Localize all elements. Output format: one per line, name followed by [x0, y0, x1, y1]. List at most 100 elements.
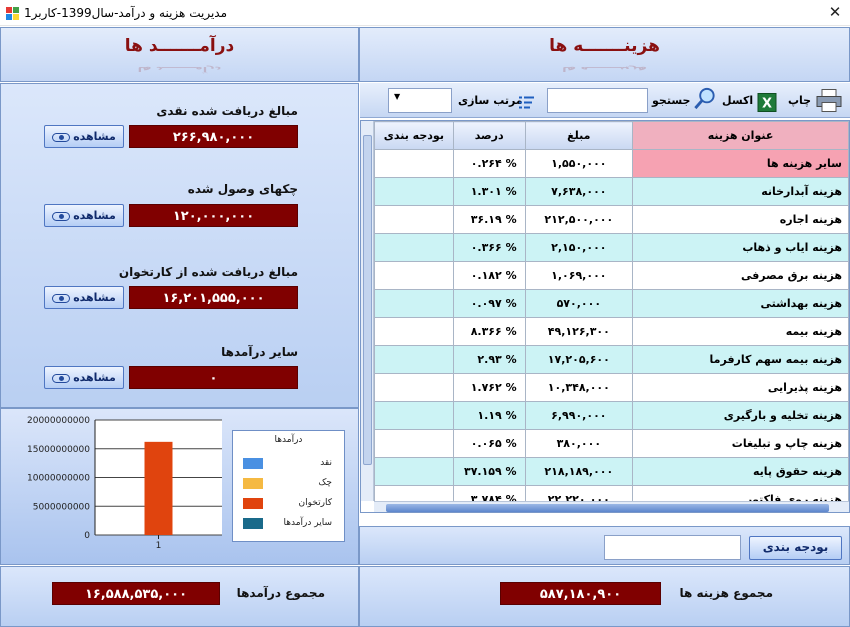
table-row[interactable]: ۳۷.۱۵۹ % ۲۱۸,۱۸۹,۰۰۰ هزینه حقوق پایه	[374, 457, 849, 486]
amount-cell[interactable]: ۳۸۰,۰۰۰	[524, 429, 634, 458]
eye-icon	[52, 373, 71, 383]
table-row[interactable]: ۰.۱۸۲ % ۱,۰۶۹,۰۰۰ هزینه برق مصرفی	[374, 261, 849, 290]
percent-cell[interactable]: ۱.۱۹ %	[452, 401, 526, 430]
title-cell[interactable]: هزینه حقوق پایه	[632, 457, 849, 486]
budget-cell[interactable]	[374, 149, 454, 178]
amount-cell[interactable]: ۶,۹۹۰,۰۰۰	[524, 401, 634, 430]
table-row[interactable]: ۱.۷۶۲ % ۱۰,۳۴۸,۰۰۰ هزینه پذیرایی	[374, 373, 849, 402]
legend-item: چک	[243, 475, 338, 493]
budget-button[interactable]: بودجه بندی	[749, 536, 842, 560]
print-button-label[interactable]: چاپ	[788, 88, 811, 113]
amount-cell[interactable]: ۱۷,۲۰۵,۶۰۰	[524, 345, 634, 374]
legend-item: نقد	[243, 455, 338, 473]
sort-icon[interactable]	[518, 91, 536, 116]
budget-cell[interactable]	[374, 289, 454, 318]
amount-cell[interactable]: ۷,۶۳۸,۰۰۰	[524, 177, 634, 206]
expenses-grid[interactable]: بودجه بندی درصد مبلغ عنوان هزینه ۰.۲۶۴ %…	[360, 120, 850, 513]
view-button[interactable]: مشاهده	[44, 286, 124, 309]
column-header-percent[interactable]: درصد	[452, 121, 526, 150]
amount-cell[interactable]: ۲۱۸,۱۸۹,۰۰۰	[524, 457, 634, 486]
title-cell[interactable]: هزینه بیمه	[632, 317, 849, 346]
budget-cell[interactable]	[374, 401, 454, 430]
amount-cell[interactable]: ۱۰,۳۴۸,۰۰۰	[524, 373, 634, 402]
percent-cell[interactable]: ۰.۳۶۶ %	[452, 233, 526, 262]
column-header-budget[interactable]: بودجه بندی	[374, 121, 454, 150]
vertical-scrollbar[interactable]	[361, 121, 374, 501]
expenses-header: هزینـــــــه ها هزینـــــــه ها	[359, 27, 850, 82]
income-value: ۱۲۰,۰۰۰,۰۰۰	[129, 204, 298, 227]
budget-cell[interactable]	[374, 205, 454, 234]
budget-cell[interactable]	[374, 233, 454, 262]
budget-cell[interactable]	[374, 177, 454, 206]
scroll-thumb[interactable]	[363, 135, 372, 465]
search-input[interactable]	[547, 88, 648, 113]
title-cell[interactable]: سایر هزینه ها	[632, 149, 849, 178]
title-cell[interactable]: هزینه پذیرایی	[632, 373, 849, 402]
chart-legend: درآمدها نقد چک کارتخوان سایر درآمدها	[232, 430, 345, 542]
budget-cell[interactable]	[374, 457, 454, 486]
budget-input[interactable]	[604, 535, 741, 560]
amount-cell[interactable]: ۱,۰۶۹,۰۰۰	[524, 261, 634, 290]
amount-cell[interactable]: ۴۹,۱۲۶,۳۰۰	[524, 317, 634, 346]
percent-cell[interactable]: ۰.۰۹۷ %	[452, 289, 526, 318]
view-button[interactable]: مشاهده	[44, 204, 124, 227]
title-cell[interactable]: هزینه تخلیه و بارگیری	[632, 401, 849, 430]
sort-dropdown[interactable]: ▼	[388, 88, 452, 113]
title-cell[interactable]: هزینه بیمه سهم کارفرما	[632, 345, 849, 374]
percent-cell[interactable]: ۰.۱۸۲ %	[452, 261, 526, 290]
window-title: مدیریت هزینه و درآمد-سال1399-کاربر1	[24, 6, 228, 20]
title-cell[interactable]: هزینه بهداشتی	[632, 289, 849, 318]
table-row[interactable]: ۲.۹۳ % ۱۷,۲۰۵,۶۰۰ هزینه بیمه سهم کارفرما	[374, 345, 849, 374]
search-button-label[interactable]: جستجو	[652, 88, 690, 113]
budget-cell[interactable]	[374, 429, 454, 458]
table-row[interactable]: ۳۶.۱۹ % ۲۱۲,۵۰۰,۰۰۰ هزینه اجاره	[374, 205, 849, 234]
percent-cell[interactable]: ۳۷.۱۵۹ %	[452, 457, 526, 486]
close-icon[interactable]: ✕	[820, 0, 850, 26]
expenses-toolbar: ▼ مرتب سازی جستجو اکسل X چاپ	[360, 83, 850, 118]
amount-cell[interactable]: ۵۷۰,۰۰۰	[524, 289, 634, 318]
view-button-label: مشاهده	[73, 291, 116, 304]
scroll-thumb[interactable]	[386, 504, 829, 512]
percent-cell[interactable]: ۳۶.۱۹ %	[452, 205, 526, 234]
column-header-title[interactable]: عنوان هزینه	[632, 121, 849, 150]
excel-button-label[interactable]: اکسل	[722, 88, 753, 113]
x-tick-label: 1	[156, 541, 162, 551]
column-header-amount[interactable]: مبلغ	[524, 121, 634, 150]
budget-cell[interactable]	[374, 373, 454, 402]
amount-cell[interactable]: ۱,۵۵۰,۰۰۰	[524, 149, 634, 178]
table-row[interactable]: ۸.۳۶۶ % ۴۹,۱۲۶,۳۰۰ هزینه بیمه	[374, 317, 849, 346]
table-row[interactable]: ۰.۲۶۴ % ۱,۵۵۰,۰۰۰ سایر هزینه ها	[374, 149, 849, 178]
table-row[interactable]: ۰.۰۹۷ % ۵۷۰,۰۰۰ هزینه بهداشتی	[374, 289, 849, 318]
table-row[interactable]: ۱.۳۰۱ % ۷,۶۳۸,۰۰۰ هزینه آبدارخانه	[374, 177, 849, 206]
income-value: ۲۶۶,۹۸۰,۰۰۰	[129, 125, 298, 148]
table-row[interactable]: ۰.۰۶۵ % ۳۸۰,۰۰۰ هزینه چاپ و تبلیغات	[374, 429, 849, 458]
budget-cell[interactable]	[374, 345, 454, 374]
view-button[interactable]: مشاهده	[44, 125, 124, 148]
percent-cell[interactable]: ۸.۳۶۶ %	[452, 317, 526, 346]
printer-icon[interactable]	[816, 88, 842, 113]
amount-cell[interactable]: ۲,۱۵۰,۰۰۰	[524, 233, 634, 262]
percent-cell[interactable]: ۰.۲۶۴ %	[452, 149, 526, 178]
table-row[interactable]: ۰.۳۶۶ % ۲,۱۵۰,۰۰۰ هزینه ایاب و ذهاب	[374, 233, 849, 262]
income-label: چکهای وصول شده	[187, 182, 298, 196]
horizontal-scrollbar[interactable]	[374, 501, 849, 512]
amount-cell[interactable]: ۲۱۲,۵۰۰,۰۰۰	[524, 205, 634, 234]
title-cell[interactable]: هزینه برق مصرفی	[632, 261, 849, 290]
percent-cell[interactable]: ۲.۹۳ %	[452, 345, 526, 374]
view-button[interactable]: مشاهده	[44, 366, 124, 389]
percent-cell[interactable]: ۱.۳۰۱ %	[452, 177, 526, 206]
title-cell[interactable]: هزینه اجاره	[632, 205, 849, 234]
budget-cell[interactable]	[374, 261, 454, 290]
budget-cell[interactable]	[374, 317, 454, 346]
table-row[interactable]: ۱.۱۹ % ۶,۹۹۰,۰۰۰ هزینه تخلیه و بارگیری	[374, 401, 849, 430]
title-cell[interactable]: هزینه چاپ و تبلیغات	[632, 429, 849, 458]
percent-cell[interactable]: ۰.۰۶۵ %	[452, 429, 526, 458]
legend-label: نقد	[320, 458, 332, 468]
percent-cell[interactable]: ۱.۷۶۲ %	[452, 373, 526, 402]
legend-label: کارتخوان	[298, 498, 332, 508]
title-cell[interactable]: هزینه آبدارخانه	[632, 177, 849, 206]
title-cell[interactable]: هزینه ایاب و ذهاب	[632, 233, 849, 262]
excel-icon[interactable]: X	[757, 90, 777, 115]
search-icon[interactable]	[692, 86, 718, 111]
legend-item: سایر درآمدها	[243, 515, 338, 533]
